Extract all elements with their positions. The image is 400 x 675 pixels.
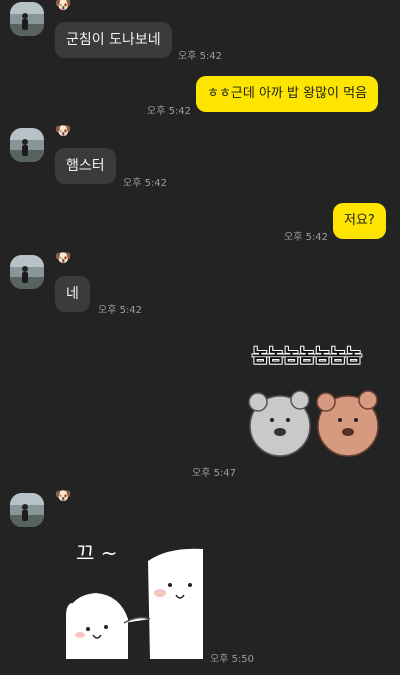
profile-photo-icon bbox=[10, 493, 44, 527]
sender-name: 🐶 bbox=[55, 0, 72, 13]
sticker-ghosts-hug[interactable]: 끄 ~ bbox=[58, 535, 206, 660]
avatar[interactable] bbox=[10, 255, 44, 289]
sticker-caption: 놈놈놈놈놈놈놈 bbox=[252, 346, 362, 367]
message-timestamp: 오후 5:42 bbox=[284, 232, 329, 243]
message-timestamp: 오후 5:42 bbox=[123, 178, 168, 189]
message-timestamp: 오후 5:42 bbox=[147, 106, 192, 117]
profile-photo-icon bbox=[10, 128, 44, 162]
sender-name: 🐶 bbox=[55, 251, 72, 266]
avatar[interactable] bbox=[10, 2, 44, 36]
message-bubble-incoming[interactable]: 네 bbox=[55, 276, 90, 312]
message-bubble-incoming[interactable]: 군침이 도나보네 bbox=[55, 22, 172, 58]
message-timestamp: 오후 5:50 bbox=[210, 654, 255, 665]
profile-photo-icon bbox=[10, 255, 44, 289]
message-timestamp: 오후 5:47 bbox=[192, 468, 237, 479]
message-bubble-outgoing[interactable]: 저요? bbox=[333, 203, 386, 239]
sender-name: 🐶 bbox=[55, 124, 72, 139]
sender-name: 🐶 bbox=[55, 489, 72, 504]
message-timestamp: 오후 5:42 bbox=[98, 305, 143, 316]
profile-photo-icon bbox=[10, 2, 44, 36]
message-timestamp: 오후 5:42 bbox=[178, 51, 223, 62]
message-bubble-incoming[interactable]: 햄스터 bbox=[55, 148, 116, 184]
sticker-bears-eating[interactable]: 놈놈놈놈놈놈놈 bbox=[244, 340, 384, 465]
message-bubble-outgoing[interactable]: ㅎㅎ근데 아까 밥 왕많이 먹음 bbox=[196, 76, 379, 112]
ghosts-icon bbox=[66, 548, 203, 659]
avatar[interactable] bbox=[10, 493, 44, 527]
bears-icon bbox=[248, 390, 379, 457]
avatar[interactable] bbox=[10, 128, 44, 162]
